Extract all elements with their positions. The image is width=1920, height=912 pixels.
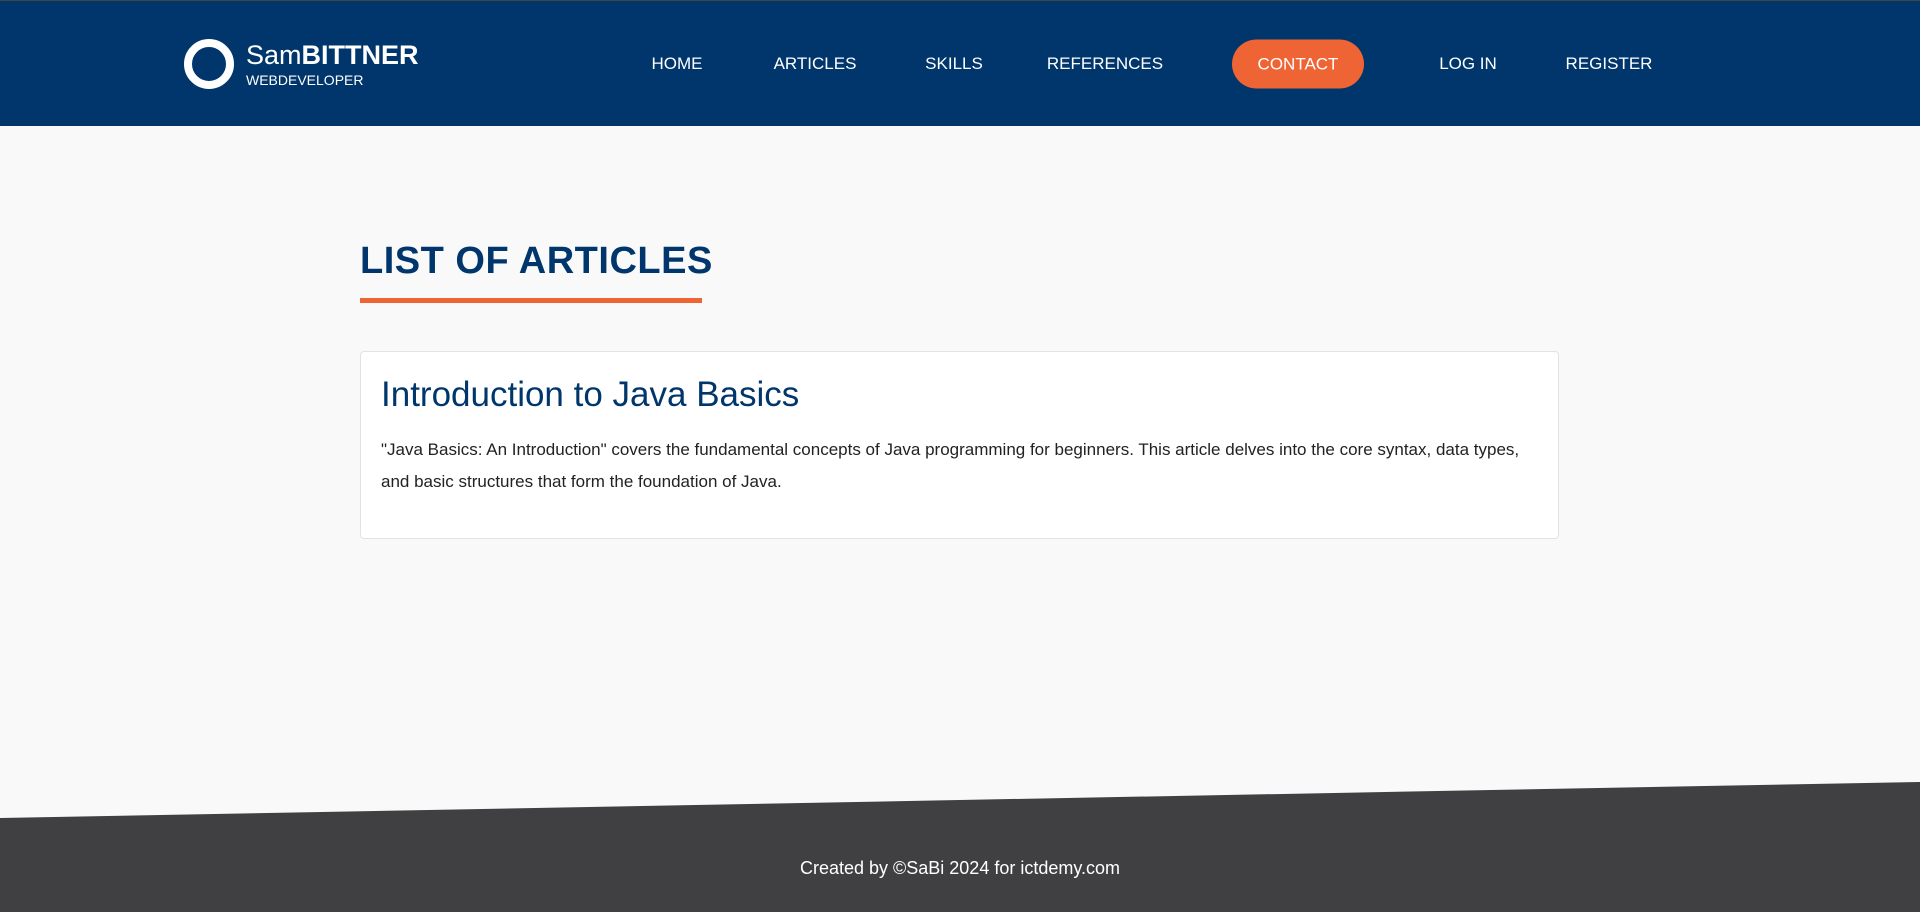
page-title: LIST OF ARTICLES [360, 240, 713, 282]
nav-references[interactable]: REFERENCES [1047, 54, 1163, 74]
title-underline [360, 298, 702, 303]
article-title[interactable]: Introduction to Java Basics [381, 374, 1538, 416]
nav-register[interactable]: REGISTER [1566, 54, 1653, 74]
footer-text: Created by ©SaBi 2024 for ictdemy.com [799, 858, 1121, 878]
brand-last: BITTNER [301, 39, 419, 70]
nav-articles[interactable]: ARTICLES [774, 54, 857, 74]
nav-home[interactable]: HOME [652, 54, 703, 74]
site-footer: Created by ©SaBi 2024 for ictdemy.com [0, 782, 1920, 912]
brand-first: Sam [246, 39, 302, 70]
site-header: SamBITTNER WEBDEVELOPER HOME ARTICLES SK… [0, 0, 1920, 126]
brand: SamBITTNER WEBDEVELOPER [246, 39, 419, 88]
nav-contact[interactable]: CONTACT [1232, 39, 1364, 89]
brand-subtitle: WEBDEVELOPER [246, 71, 364, 88]
logo-ring-icon [184, 39, 234, 89]
article-card[interactable]: Introduction to Java Basics "Java Basics… [360, 351, 1559, 539]
logo[interactable]: SamBITTNER WEBDEVELOPER [184, 39, 419, 89]
nav-login[interactable]: LOG IN [1439, 54, 1497, 74]
nav-skills[interactable]: SKILLS [925, 54, 983, 74]
article-summary: "Java Basics: An Introduction" covers th… [381, 440, 1520, 491]
